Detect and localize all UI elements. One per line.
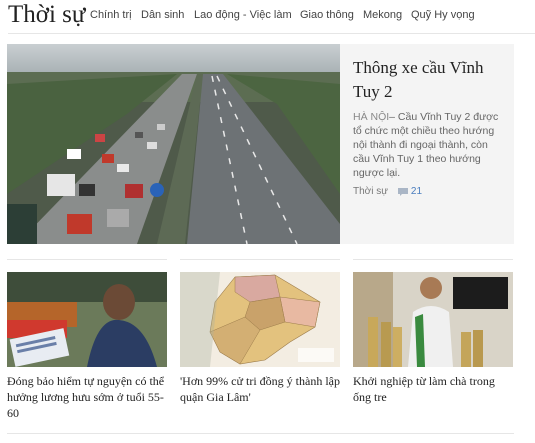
card-title[interactable]: Khởi nghiệp từ làm chà trong ống tre	[353, 373, 513, 405]
article-card: 'Hơn 99% cử tri đồng ý thành lập quận Gi…	[180, 272, 340, 405]
featured-category[interactable]: Thời sự	[353, 186, 388, 197]
bottom-divider	[7, 433, 514, 434]
featured-summary: HÀ NỘI– Cầu Vĩnh Tuy 2 được tổ chức một …	[353, 110, 505, 180]
card-divider	[180, 259, 340, 260]
bridge-traffic-photo-icon	[7, 44, 340, 244]
article-card: Khởi nghiệp từ làm chà trong ống tre	[353, 272, 513, 405]
nav-item-mekong[interactable]: Mekong	[363, 8, 402, 22]
article-card: Đóng bảo hiểm tự nguyện có thể hưởng lươ…	[7, 272, 167, 421]
featured-comment-count[interactable]: 21	[411, 186, 422, 197]
card-divider	[7, 259, 167, 260]
woman-with-papers-photo-icon	[7, 272, 167, 367]
nav-item-chinh-tri[interactable]: Chính trị	[90, 8, 132, 22]
card-title[interactable]: Đóng bảo hiểm tự nguyện có thể hưởng lươ…	[7, 373, 167, 421]
comment-icon	[397, 187, 408, 196]
featured-body: Thông xe cầu Vĩnh Tuy 2 HÀ NỘI– Cầu Vĩnh…	[353, 56, 505, 197]
featured-title[interactable]: Thông xe cầu Vĩnh Tuy 2	[353, 56, 505, 104]
card-image[interactable]	[7, 272, 167, 367]
featured-article: Thông xe cầu Vĩnh Tuy 2 HÀ NỘI– Cầu Vĩnh…	[7, 44, 514, 244]
nav-item-giao-thong[interactable]: Giao thông	[300, 8, 354, 22]
section-title[interactable]: Thời sự	[8, 0, 85, 30]
featured-meta: Thời sự 21	[353, 186, 505, 197]
nav-item-dan-sinh[interactable]: Dân sinh	[141, 8, 184, 22]
sub-navigation: Chính trị Dân sinh Lao động - Việc làm G…	[90, 8, 482, 22]
nav-item-quy-hy-vong[interactable]: Quỹ Hy vọng	[411, 8, 475, 22]
card-image[interactable]	[353, 272, 513, 367]
card-image[interactable]	[180, 272, 340, 367]
district-map-photo-icon	[180, 272, 340, 367]
section-header: Thời sự Chính trị Dân sinh Lao động - Vi…	[0, 0, 535, 34]
card-divider	[353, 259, 513, 260]
featured-image[interactable]	[7, 44, 340, 244]
card-title[interactable]: 'Hơn 99% cử tri đồng ý thành lập quận Gi…	[180, 373, 340, 405]
featured-location: HÀ NỘI	[353, 111, 390, 123]
header-divider	[8, 33, 535, 34]
man-with-bamboo-tubes-photo-icon	[353, 272, 513, 367]
nav-item-lao-dong-viec-lam[interactable]: Lao động - Việc làm	[194, 8, 292, 22]
